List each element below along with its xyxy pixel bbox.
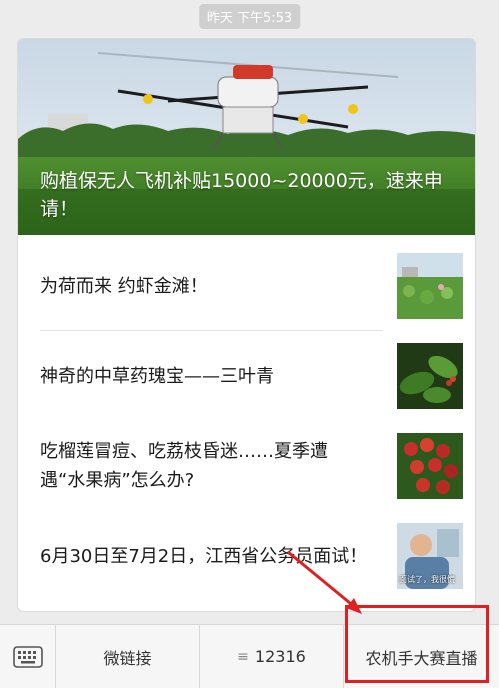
menu-label: 农机手大赛直播	[365, 648, 478, 668]
article-title: 为荷而来 约虾金滩！	[40, 275, 208, 297]
list-item[interactable]: 6月30日至7月2日，江西省公务员面试！ 面试了，我很慌	[40, 521, 463, 591]
list-divider	[40, 330, 383, 331]
article-thumbnail: 面试了，我很慌	[397, 523, 463, 589]
article-title: 神奇的中草药瑰宝——三叶青	[40, 365, 274, 387]
keyboard-toggle-button[interactable]	[0, 625, 56, 688]
article-title: 6月30日至7月2日，江西省公务员面试！	[40, 545, 368, 567]
hero-title: 购植保无人飞机补贴15000~20000元，速来申请！	[40, 170, 443, 220]
menu-button-micro-link[interactable]: 微链接	[56, 625, 200, 688]
thumbnail-caption: 面试了，我很慌	[399, 575, 455, 584]
article-thumbnail	[397, 433, 463, 499]
menu-list-icon: ≡	[237, 648, 249, 665]
article-thumbnail	[397, 253, 463, 319]
article-card: 购植保无人飞机补贴15000~20000元，速来申请！ 为荷而来 约虾金滩！ 神…	[17, 38, 476, 612]
keyboard-icon	[12, 645, 43, 668]
menu-label: 微链接	[103, 648, 152, 668]
menu-button-livestream[interactable]: 农机手大赛直播	[344, 625, 499, 688]
bottom-menu-bar: 微链接 ≡ 12316 农机手大赛直播	[0, 624, 499, 688]
list-item[interactable]: 神奇的中草药瑰宝——三叶青	[40, 341, 463, 411]
menu-label: 12316	[254, 647, 306, 666]
list-item[interactable]: 吃榴莲冒痘、吃荔枝昏迷……夏季遭遇“水果病”怎么办?	[40, 431, 463, 501]
article-thumbnail	[397, 343, 463, 409]
menu-button-12316[interactable]: ≡ 12316	[200, 625, 344, 688]
article-title: 吃榴莲冒痘、吃荔枝昏迷……夏季遭遇“水果病”怎么办?	[40, 441, 328, 491]
list-item[interactable]: 为荷而来 约虾金滩！	[40, 251, 463, 321]
timestamp: 昨天 下午5:53	[198, 4, 301, 29]
hero-article[interactable]: 购植保无人飞机补贴15000~20000元，速来申请！	[18, 39, 475, 235]
